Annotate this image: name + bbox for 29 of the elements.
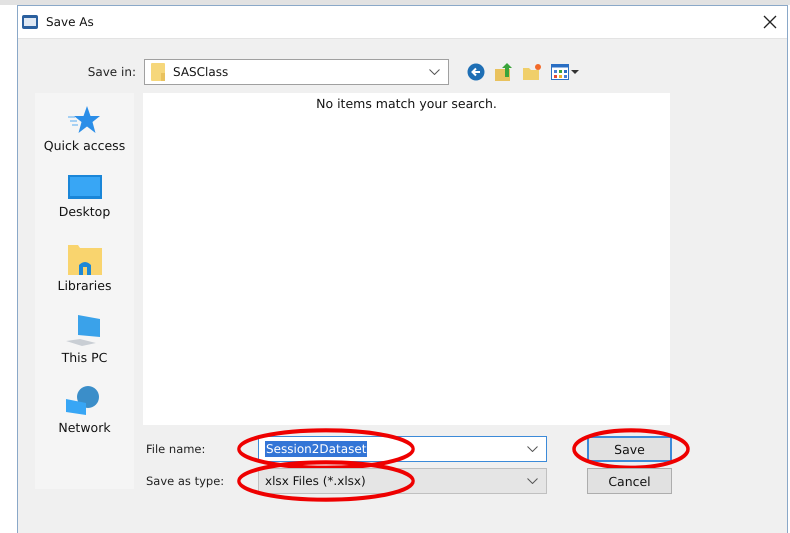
file-type-dropdown[interactable]: xlsx Files (*.xlsx) [258, 468, 547, 494]
new-folder-icon[interactable] [523, 64, 541, 80]
file-name-field[interactable]: Session2Dataset [258, 436, 547, 462]
empty-message: No items match your search. [316, 96, 497, 111]
chevron-icon [527, 478, 538, 484]
up-folder-icon[interactable] [495, 63, 513, 81]
save-in-dropdown[interactable]: SASClass [144, 59, 449, 85]
chevron-icon [527, 446, 538, 452]
dialog-button[interactable]: Save [587, 436, 672, 462]
file-name-label: File name: [146, 442, 206, 456]
place-item[interactable]: Desktop [58, 175, 110, 237]
place-item[interactable]: Libraries [58, 245, 112, 307]
dialog-button[interactable]: Cancel [587, 468, 672, 494]
back-icon[interactable] [467, 63, 485, 81]
app-icon [22, 15, 38, 29]
folder-icon [68, 245, 102, 275]
window-title: Save As [46, 15, 94, 29]
monitor-icon [68, 175, 102, 201]
view-menu-icon[interactable] [551, 64, 579, 80]
folder-icon [151, 63, 165, 81]
close-icon[interactable] [763, 15, 777, 29]
save-in-label: Save in: [86, 65, 137, 79]
place-item[interactable]: Quick access [44, 105, 126, 167]
place-item[interactable]: Network [58, 385, 111, 447]
file-type-label: Save as type: [146, 474, 226, 488]
star-icon [67, 105, 102, 135]
computer-icon [66, 315, 102, 347]
chevron-icon [429, 69, 440, 75]
place-item[interactable]: This PC [62, 315, 108, 377]
